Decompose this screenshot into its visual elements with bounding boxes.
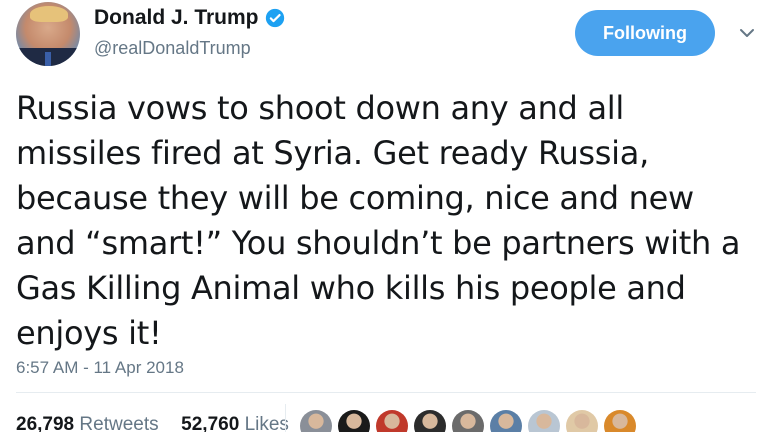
tweet-timestamp[interactable]: 6:57 AM - 11 Apr 2018 <box>16 358 184 378</box>
tweet-line: Gas Killing Animal who kills his people … <box>16 269 686 307</box>
tweet-line: enjoys it! <box>16 314 162 352</box>
display-name[interactable]: Donald J. Trump <box>94 6 259 30</box>
tweet-card: Donald J. Trump @realDonaldTrump Followi… <box>0 0 768 432</box>
likes-count[interactable]: 52,760 <box>181 414 239 432</box>
retweets-count[interactable]: 26,798 <box>16 414 74 432</box>
tweet-line: and “smart!” You shouldn’t be partners w… <box>16 224 741 262</box>
tweet-stats: 26,798 Retweets 52,760 Likes <box>16 414 289 432</box>
liker-avatar[interactable] <box>452 410 484 432</box>
liker-avatar[interactable] <box>376 410 408 432</box>
liker-avatar[interactable] <box>490 410 522 432</box>
liker-avatar[interactable] <box>300 410 332 432</box>
liker-avatar[interactable] <box>528 410 560 432</box>
stats-separator <box>285 404 286 432</box>
liker-avatar[interactable] <box>566 410 598 432</box>
liker-avatar[interactable] <box>604 410 636 432</box>
liker-avatar[interactable] <box>338 410 370 432</box>
tweet-line: because they will be coming, nice and ne… <box>16 179 694 217</box>
divider <box>16 392 756 393</box>
tweet-text: Russia vows to shoot down any and all mi… <box>16 86 756 356</box>
verified-badge-icon <box>265 8 284 28</box>
user-handle[interactable]: @realDonaldTrump <box>94 38 251 59</box>
following-button[interactable]: Following <box>575 10 715 56</box>
tweet-line: Russia vows to shoot down any and all <box>16 89 624 127</box>
tweet-line: missiles fired at Syria. Get ready Russi… <box>16 134 649 172</box>
liker-avatar[interactable] <box>414 410 446 432</box>
avatar[interactable] <box>16 2 80 66</box>
retweets-label[interactable]: Retweets <box>79 414 158 432</box>
likes-label[interactable]: Likes <box>245 414 289 432</box>
avatar-hair <box>30 6 68 22</box>
avatar-tie <box>45 52 51 66</box>
likers-row <box>300 410 636 432</box>
chevron-down-icon[interactable] <box>738 24 756 42</box>
name-row: Donald J. Trump <box>94 6 285 30</box>
